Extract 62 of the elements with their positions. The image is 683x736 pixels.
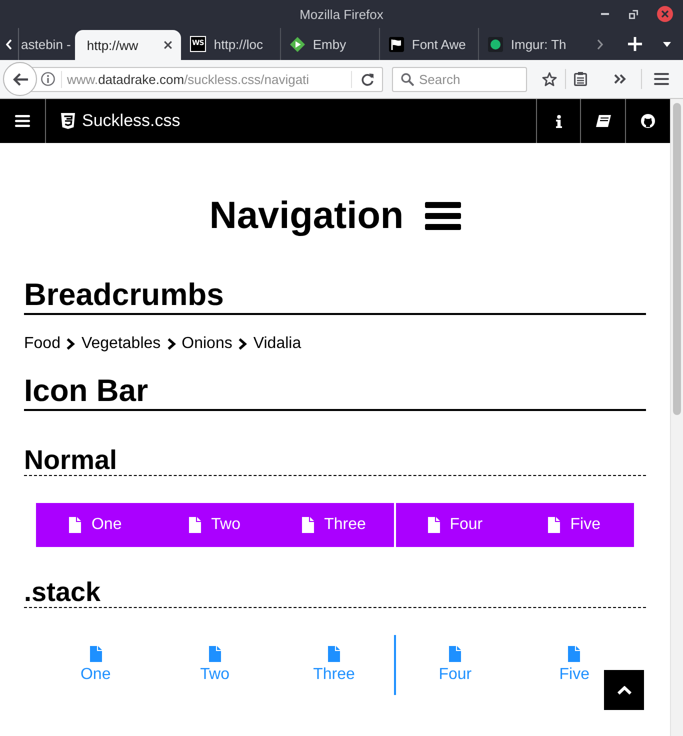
menu-icon: [424, 202, 461, 230]
subsection-heading: .stack: [24, 577, 646, 608]
breadcrumb-link[interactable]: Onions: [182, 332, 232, 356]
file-icon: [90, 646, 102, 662]
search-field[interactable]: Search: [392, 66, 527, 92]
diamond-play-icon: [290, 36, 305, 52]
chevron-right-icon: [238, 338, 248, 350]
plus-icon[interactable]: [628, 37, 642, 51]
cat-logo-icon[interactable]: [641, 114, 655, 128]
nav-item[interactable]: Two: [155, 503, 274, 547]
back-to-top-button[interactable]: [604, 670, 644, 710]
double-chevron-icon[interactable]: [614, 74, 626, 84]
file-icon: [69, 517, 82, 533]
section-heading: Icon Bar: [24, 373, 646, 411]
file-icon: [302, 517, 314, 533]
chevron-right-icon: [166, 338, 176, 350]
nav-item[interactable]: Four: [396, 503, 515, 547]
window-title: Mozilla Firefox: [300, 6, 384, 22]
browser-tab[interactable]: astebin -: [19, 28, 75, 60]
star-icon[interactable]: [542, 72, 557, 86]
breadcrumb-link[interactable]: Food: [24, 332, 60, 356]
menu-icon[interactable]: [15, 115, 30, 127]
menu-icon[interactable]: [654, 73, 669, 85]
close-icon[interactable]: [657, 6, 673, 22]
file-icon: [328, 646, 340, 662]
back-button[interactable]: [3, 62, 37, 96]
caret-down-icon[interactable]: [663, 42, 671, 46]
book-icon[interactable]: [596, 115, 610, 127]
breadcrumb-link[interactable]: Vegetables: [81, 332, 161, 356]
section-heading: Breadcrumbs: [24, 277, 646, 315]
file-icon: [449, 646, 462, 662]
chevron-up-icon: [616, 686, 632, 694]
chevron-right-icon[interactable]: [597, 38, 603, 50]
chevron-left-icon[interactable]: [6, 38, 12, 50]
browser-tab[interactable]: http://ww: [74, 30, 181, 60]
file-icon: [189, 517, 202, 533]
chevron-right-icon: [66, 338, 76, 350]
file-icon: [428, 517, 440, 533]
nav-item[interactable]: One: [36, 503, 156, 547]
info-icon[interactable]: [556, 114, 562, 128]
file-icon: [548, 517, 560, 533]
url-text: www.datadrake.com/suckless.css/navigati: [67, 72, 310, 86]
close-icon[interactable]: [164, 41, 172, 49]
shield-logo-icon: [61, 113, 75, 129]
page-title: Navigation: [209, 194, 404, 239]
nav-item[interactable]: Five: [514, 503, 634, 547]
scrollbar-thumb[interactable]: [673, 103, 681, 415]
search-icon: [401, 72, 414, 86]
flag-icon: [388, 36, 404, 52]
arrow-left-icon: [12, 72, 28, 86]
dot-icon: [488, 36, 503, 52]
brand-link[interactable]: Suckless.css: [61, 111, 180, 131]
scrollbar[interactable]: [670, 99, 683, 736]
address-field[interactable]: www.datadrake.com/suckless.css/navigati: [30, 66, 383, 92]
subsection-heading: Normal: [24, 445, 646, 476]
file-icon: [208, 646, 221, 662]
file-icon: [568, 646, 580, 662]
restore-icon[interactable]: [629, 10, 638, 18]
breadcrumb-link[interactable]: Vidalia: [253, 332, 302, 356]
reload-icon[interactable]: [361, 72, 374, 86]
clipboard-icon[interactable]: [574, 72, 587, 86]
nav-item[interactable]: Three: [274, 503, 394, 547]
